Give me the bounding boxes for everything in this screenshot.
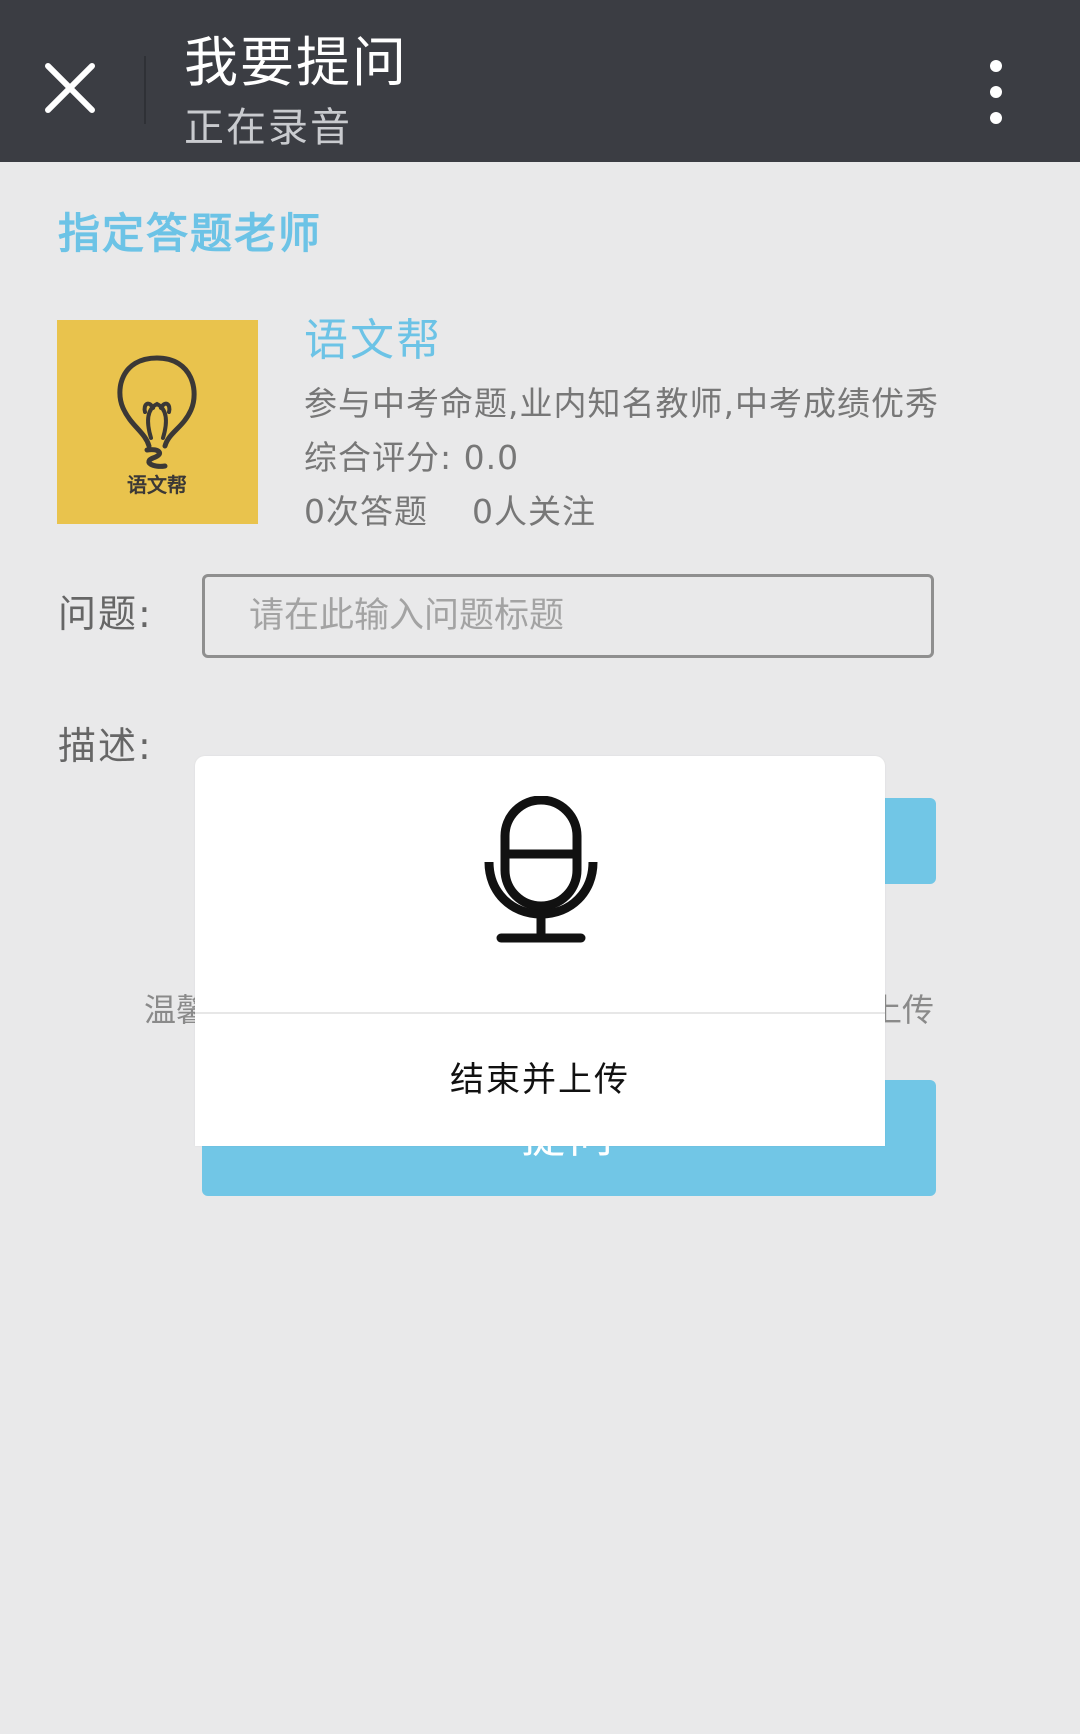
recording-popup: 结束并上传 — [195, 756, 885, 1146]
question-input[interactable] — [202, 574, 934, 658]
close-button[interactable] — [40, 58, 100, 118]
avatar-logo-text: 语文帮 — [127, 473, 187, 497]
follower-count: 0人关注 — [472, 492, 596, 531]
screen: 我要提问 正在录音 指定答题老师 语文帮 语文帮 参与中考命题,业内知名教师,中… — [0, 0, 1080, 1734]
teacher-description: 参与中考命题,业内知名教师,中考成绩优秀 — [304, 384, 939, 423]
microphone-icon — [483, 796, 599, 944]
section-title: 指定答题老师 — [58, 209, 323, 258]
description-label: 描述: — [58, 724, 153, 768]
teacher-avatar[interactable]: 语文帮 — [57, 320, 258, 524]
more-button[interactable] — [972, 56, 1020, 128]
teacher-name[interactable]: 语文帮 — [304, 310, 442, 372]
top-bar: 我要提问 正在录音 — [0, 0, 1080, 162]
end-and-upload-button[interactable]: 结束并上传 — [195, 1014, 885, 1146]
close-icon — [40, 58, 100, 118]
header-divider — [144, 56, 146, 124]
page-subtitle: 正在录音 — [184, 105, 352, 151]
answer-count: 0次答题 — [304, 492, 428, 531]
page-title: 我要提问 — [184, 31, 408, 94]
question-label: 问题: — [58, 592, 153, 636]
teacher-stats: 0次答题 0人关注 — [304, 486, 596, 538]
teacher-rating: 综合评分: 0.0 — [304, 438, 520, 477]
more-vertical-icon — [972, 56, 1020, 128]
